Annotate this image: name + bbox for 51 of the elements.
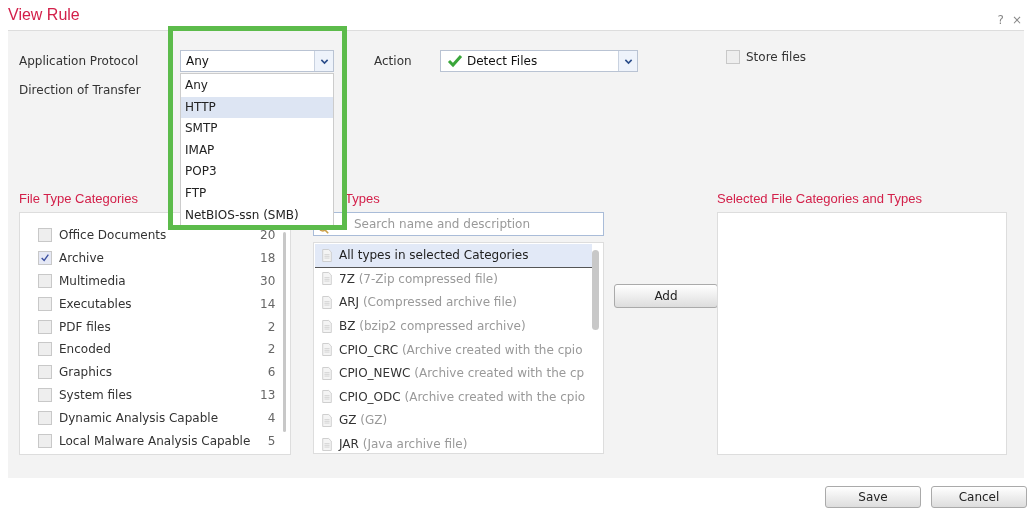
- category-count: 20: [259, 228, 276, 243]
- category-label: Office Documents: [59, 228, 168, 243]
- category-label: System files: [59, 387, 134, 402]
- field-label: Direction of Transfer: [19, 83, 141, 97]
- category-count: 13: [259, 387, 276, 402]
- category-count: 30: [259, 274, 276, 288]
- category-label: Archive: [59, 251, 105, 266]
- action-dropdown[interactable]: Detect Files: [440, 50, 638, 72]
- type-row[interactable]: CPIO_CRC (Archive created with the cpio: [315, 338, 592, 362]
- menu-item[interactable]: IMAP: [181, 139, 333, 162]
- menu-item[interactable]: HTTP: [181, 96, 333, 119]
- category-count: 14: [259, 296, 276, 311]
- type-row[interactable]: GZ (GZ): [315, 409, 592, 433]
- category-label: Local Malware Analysis Capable: [59, 433, 251, 448]
- category-count: 5: [266, 433, 276, 448]
- section-heading: File Type Categories: [19, 191, 138, 207]
- type-row[interactable]: All types in selected Categories: [315, 244, 592, 268]
- checkbox-label: Store files: [746, 50, 807, 64]
- category-label: PDF files: [59, 319, 112, 334]
- section-heading: Types: [344, 191, 380, 207]
- menu-item[interactable]: POP3: [181, 161, 333, 183]
- type-row[interactable]: CPIO_ODC (Archive created with the cpio: [315, 385, 592, 410]
- add-button[interactable]: Add: [614, 284, 718, 308]
- type-row[interactable]: 7Z (7-Zip compressed file): [315, 267, 592, 292]
- category-count: 2: [266, 319, 276, 334]
- category-count: 18: [259, 251, 276, 266]
- close-button[interactable]: ×: [1011, 13, 1022, 27]
- category-count: 2: [266, 342, 276, 357]
- category-count: 4: [266, 410, 276, 425]
- menu-item[interactable]: Any: [181, 75, 333, 97]
- category-count: 6: [266, 365, 276, 380]
- help-button[interactable]: ?: [997, 13, 1004, 27]
- category-label: Multimedia: [59, 274, 127, 288]
- category-label: Dynamic Analysis Capable: [59, 410, 220, 425]
- menu-item[interactable]: FTP: [181, 182, 333, 205]
- window-title: View Rule: [8, 6, 80, 24]
- category-label: Executables: [59, 296, 133, 311]
- save-button[interactable]: Save: [825, 486, 921, 508]
- search-field[interactable]: Search name and description: [313, 212, 604, 236]
- type-row[interactable]: ARJ (Compressed archive file): [315, 291, 592, 315]
- menu-item[interactable]: SMTP: [181, 118, 333, 140]
- cancel-button[interactable]: Cancel: [931, 486, 1027, 508]
- type-row[interactable]: JAR (Java archive file): [315, 432, 592, 453]
- protocol-dropdown[interactable]: Any: [180, 50, 334, 72]
- type-row[interactable]: BZ (bzip2 compressed archive): [315, 314, 592, 339]
- section-heading: Selected File Categories and Types: [717, 191, 922, 207]
- category-label: Encoded: [59, 342, 112, 357]
- category-label: Graphics: [59, 365, 113, 380]
- field-label: Action: [374, 54, 413, 68]
- field-label: Application Protocol: [19, 54, 140, 68]
- type-row[interactable]: CPIO_NEWC (Archive created with the cp: [315, 361, 592, 386]
